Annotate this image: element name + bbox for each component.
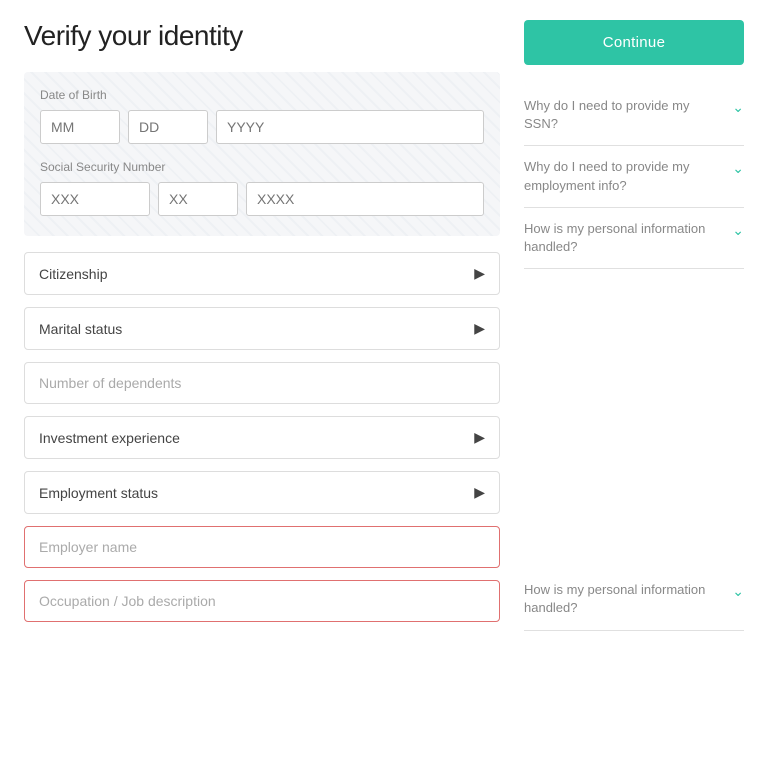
marital-status-label: Marital status [39,321,122,337]
dob-year-input[interactable] [216,110,484,144]
marital-chevron-icon: ▶ [474,320,485,337]
employment-label: Employment status [39,485,158,501]
faq-item-personal: How is my personal information handled? … [524,208,744,269]
faq-item-employment: Why do I need to provide my employment i… [524,146,744,207]
investment-experience-dropdown[interactable]: Investment experience ▶ [24,416,500,459]
faq-item-ssn: Why do I need to provide my SSN? ⌄ [524,85,744,146]
ssn-row [40,182,484,216]
dob-ssn-card: Date of Birth Social Security Number [24,72,500,236]
right-column: Continue Why do I need to provide my SSN… [524,20,744,634]
ssn-part1-input[interactable] [40,182,150,216]
citizenship-chevron-icon: ▶ [474,265,485,282]
dependents-input[interactable] [24,362,500,404]
faq-personal-header[interactable]: How is my personal information handled? … [524,220,744,256]
ssn-part2-input[interactable] [158,182,238,216]
page-title: Verify your identity [24,20,500,52]
ssn-label: Social Security Number [40,160,484,174]
dob-month-input[interactable] [40,110,120,144]
citizenship-dropdown[interactable]: Citizenship ▶ [24,252,500,295]
continue-button[interactable]: Continue [524,20,744,65]
employment-chevron-icon: ▶ [474,484,485,501]
dob-label: Date of Birth [40,88,484,102]
dob-day-input[interactable] [128,110,208,144]
faq-employment-chevron-icon: ⌄ [732,160,744,177]
investment-label: Investment experience [39,430,180,446]
faq-ssn-text: Why do I need to provide my SSN? [524,97,732,133]
faq-employment-header[interactable]: Why do I need to provide my employment i… [524,158,744,194]
left-column: Verify your identity Date of Birth Socia… [24,20,500,634]
ssn-part3-input[interactable] [246,182,484,216]
faq-item-personal2: How is my personal information handled? … [524,569,744,630]
employment-status-dropdown[interactable]: Employment status ▶ [24,471,500,514]
faq-ssn-chevron-icon: ⌄ [732,99,744,116]
faq-personal2-header[interactable]: How is my personal information handled? … [524,581,744,617]
faq-personal2-text: How is my personal information handled? [524,581,732,617]
faq-ssn-header[interactable]: Why do I need to provide my SSN? ⌄ [524,97,744,133]
faq-employment-text: Why do I need to provide my employment i… [524,158,732,194]
citizenship-label: Citizenship [39,266,107,282]
investment-chevron-icon: ▶ [474,429,485,446]
marital-status-dropdown[interactable]: Marital status ▶ [24,307,500,350]
occupation-input[interactable] [24,580,500,622]
faq-personal-text: How is my personal information handled? [524,220,732,256]
dob-row [40,110,484,144]
faq-personal2-chevron-icon: ⌄ [732,583,744,600]
faq-personal-chevron-icon: ⌄ [732,222,744,239]
employer-name-input[interactable] [24,526,500,568]
